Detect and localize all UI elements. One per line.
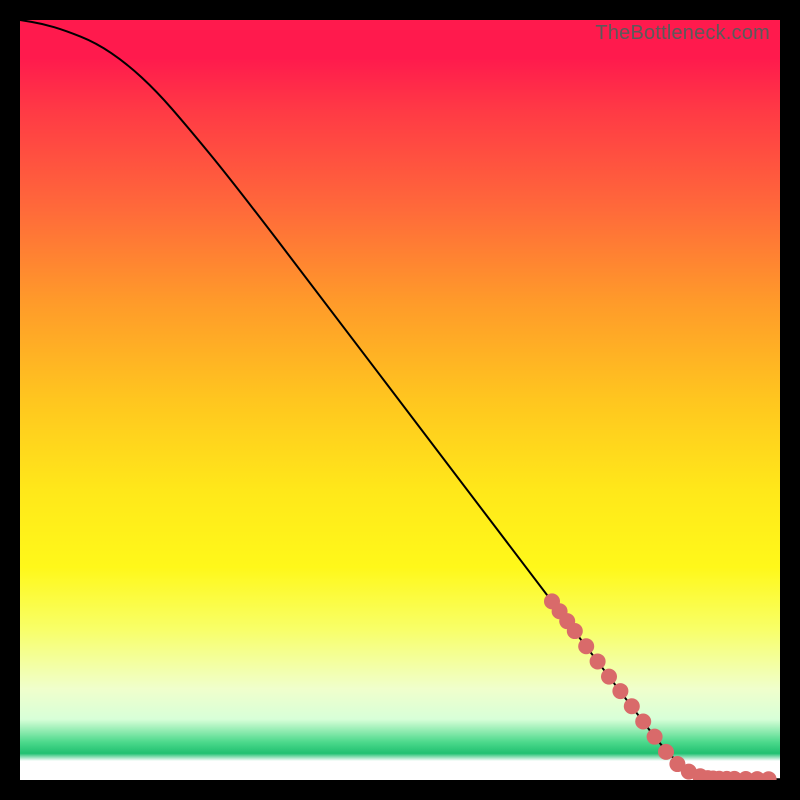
data-point [647,729,663,745]
chart-frame: TheBottleneck.com [0,0,800,800]
data-point [601,669,617,685]
data-point [567,623,583,639]
data-point [612,683,628,699]
data-point [658,744,674,760]
main-curve [20,20,780,779]
data-point [590,653,606,669]
data-point [578,638,594,654]
plot-area: TheBottleneck.com [20,20,780,780]
data-point [635,713,651,729]
data-point [624,698,640,714]
data-markers [544,593,777,780]
curve-layer [20,20,780,780]
data-point [761,771,777,780]
